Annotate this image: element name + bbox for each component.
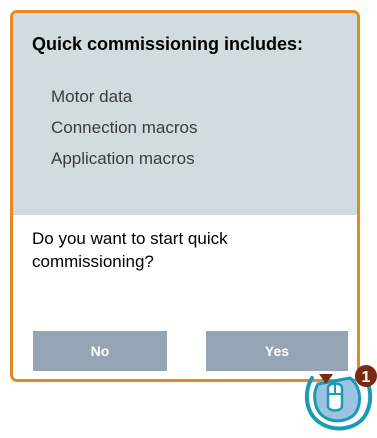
question-text: Do you want to start quick commissioning… [32, 229, 228, 271]
quick-commissioning-dialog: Quick commissioning includes: Motor data… [10, 10, 360, 382]
info-item-application-macros: Application macros [51, 149, 195, 168]
info-item-connection-macros: Connection macros [51, 118, 198, 137]
press-knob-icon: 1 [304, 365, 377, 431]
info-item-motor-data: Motor data [51, 87, 133, 106]
no-button[interactable]: No [33, 331, 167, 371]
callout-number: 1 [362, 369, 371, 386]
info-list: Motor data Connection macros Application… [51, 87, 197, 180]
info-panel: Quick commissioning includes: Motor data… [13, 13, 357, 215]
info-title: Quick commissioning includes: [32, 34, 304, 54]
